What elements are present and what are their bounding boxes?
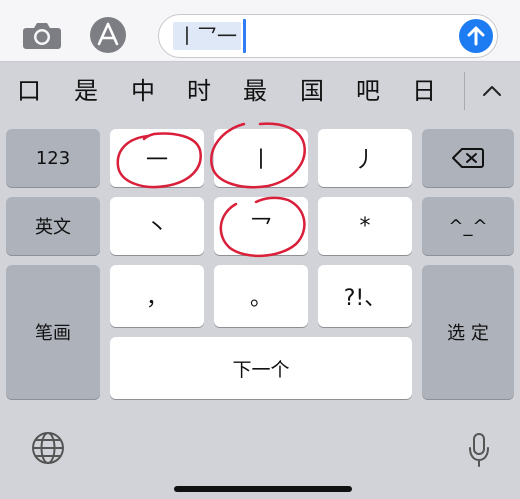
key-stroke-pie[interactable]: 丿 — [318, 129, 412, 187]
message-bar: 丨乛一 — [0, 0, 520, 62]
camera-icon[interactable] — [22, 20, 62, 50]
candidate-item[interactable]: 时 — [181, 76, 217, 106]
candidate-bar: 口 是 中 时 最 国 吧 日 — [0, 62, 520, 120]
app-store-icon[interactable] — [88, 15, 128, 55]
message-input[interactable]: 丨乛一 — [158, 14, 498, 58]
candidate-item[interactable]: 是 — [68, 76, 104, 106]
key-punctuation[interactable]: ?!、 — [318, 265, 412, 327]
key-stroke-heng[interactable]: 一 — [110, 129, 204, 187]
send-button[interactable] — [459, 19, 493, 53]
key-stroke-shu[interactable]: 丨 — [214, 129, 308, 187]
text-caret — [243, 19, 246, 53]
composition-text: 丨乛一 — [173, 22, 241, 50]
backspace-icon — [452, 148, 484, 168]
key-period[interactable]: 。 — [214, 265, 308, 327]
globe-icon[interactable] — [30, 430, 66, 466]
candidate-item[interactable]: 最 — [237, 76, 273, 106]
candidate-item[interactable]: 吧 — [350, 76, 386, 106]
candidate-item[interactable]: 中 — [125, 76, 161, 106]
key-select[interactable]: 选 定 — [422, 265, 514, 399]
key-english[interactable]: 英文 — [6, 197, 100, 255]
key-123[interactable]: 123 — [6, 129, 100, 187]
key-wildcard[interactable]: * — [318, 197, 412, 255]
chevron-up-icon[interactable] — [482, 84, 502, 98]
candidate-item[interactable]: 国 — [294, 76, 330, 106]
candidate-divider — [464, 72, 465, 110]
candidate-item[interactable]: 口 — [11, 76, 47, 106]
key-stroke-zhe[interactable]: 乛 — [214, 197, 308, 255]
home-indicator — [174, 486, 352, 492]
key-strokes-mode[interactable]: 笔画 — [6, 265, 100, 399]
key-stroke-dian[interactable]: 丶 — [110, 197, 204, 255]
microphone-icon[interactable] — [468, 432, 490, 468]
candidate-item[interactable]: 日 — [406, 76, 442, 106]
key-next-candidate[interactable]: 下一个 — [110, 337, 412, 399]
key-emoticon[interactable]: ^_^ — [422, 197, 514, 255]
arrow-up-icon — [467, 26, 485, 46]
delete-button[interactable] — [422, 129, 514, 187]
key-comma[interactable]: ， — [110, 265, 204, 327]
